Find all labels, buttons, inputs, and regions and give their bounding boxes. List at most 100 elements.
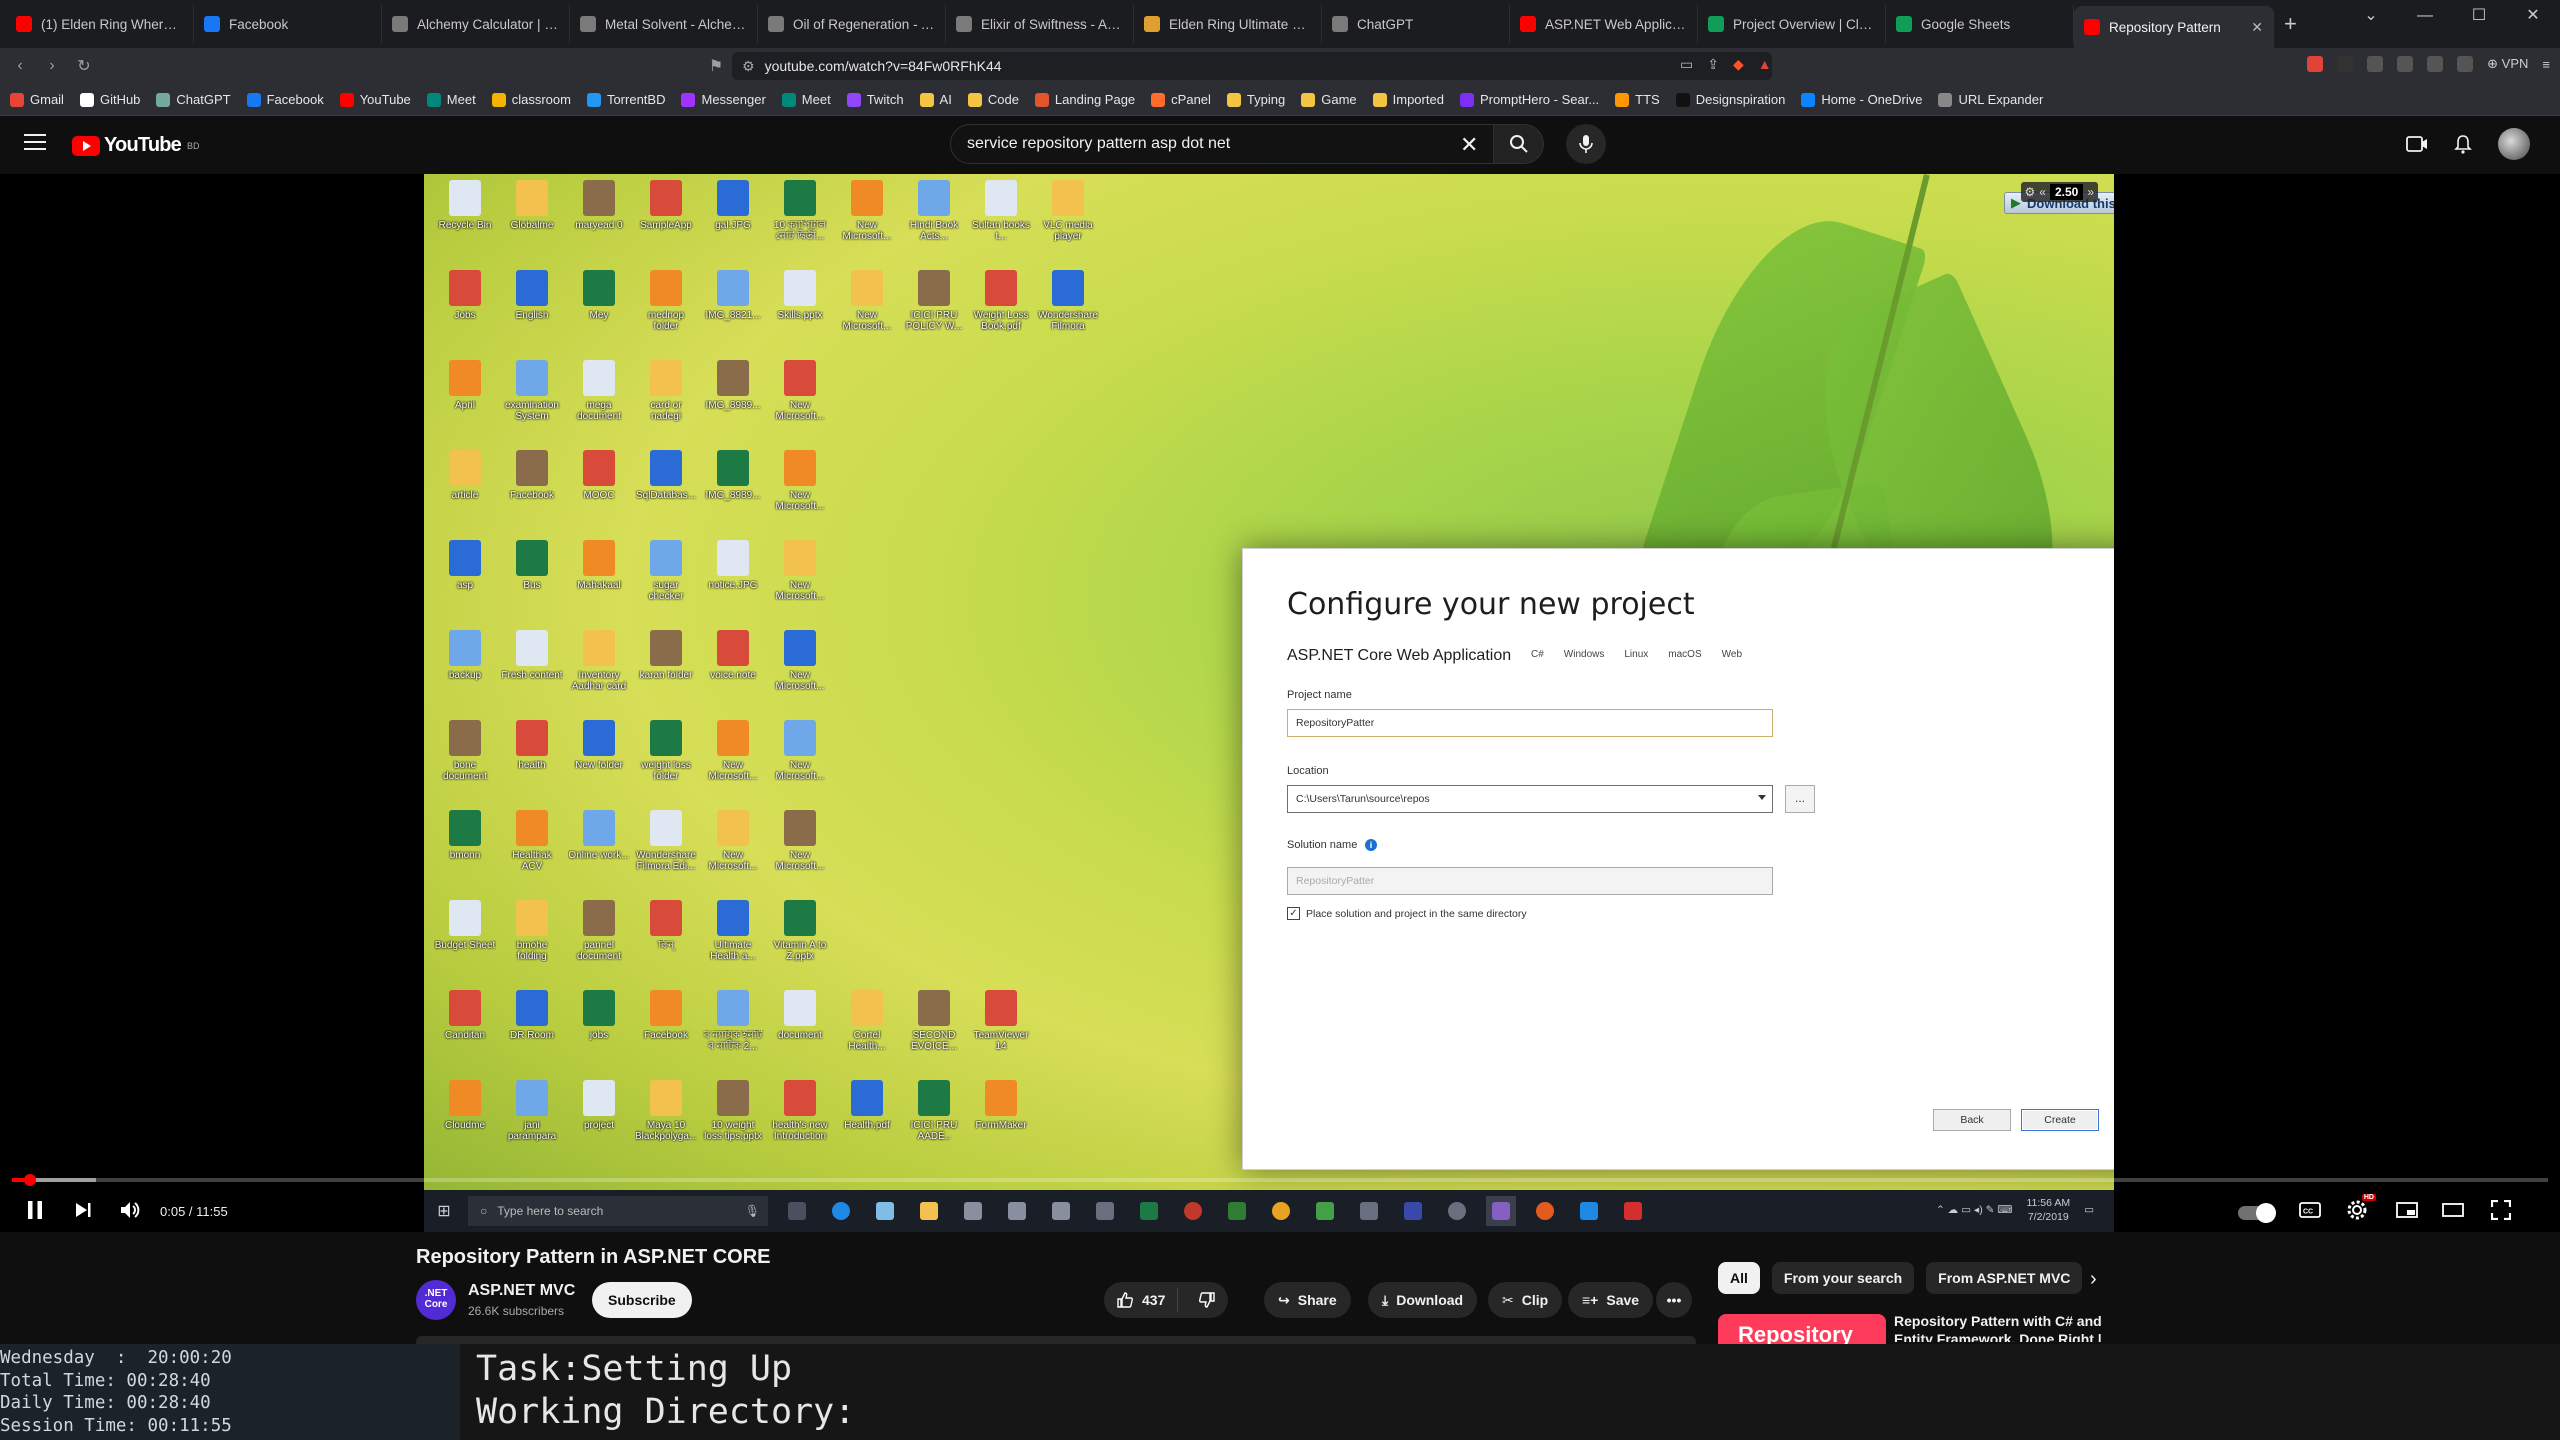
bookmark-item[interactable]: Gmail [10, 92, 64, 107]
cast-icon[interactable]: ▭ [1680, 56, 1693, 73]
chip-from-channel[interactable]: From ASP.NET MVC [1926, 1262, 2083, 1294]
location-field[interactable]: C:\Users\Tarun\source\repos [1287, 785, 1773, 813]
new-tab-button[interactable]: + [2284, 11, 2297, 37]
clear-search-icon[interactable]: ✕ [1460, 132, 1478, 158]
share-icon[interactable]: ⇪ [1707, 56, 1719, 73]
same-directory-checkbox[interactable]: ✓ [1287, 907, 1300, 920]
bookmark-item[interactable]: TorrentBD [586, 92, 665, 107]
recommended-thumbnail[interactable]: Repository [1718, 1314, 1886, 1344]
site-info-icon[interactable]: ⚙ [742, 58, 755, 75]
tab-close-icon[interactable]: ✕ [2251, 19, 2263, 36]
fullscreen-button[interactable] [2486, 1198, 2516, 1222]
bookmark-item[interactable]: classroom [491, 92, 571, 107]
extension-icon[interactable] [2367, 56, 2384, 72]
bookmark-item[interactable]: Meet [426, 92, 476, 107]
back-button[interactable]: Back [1933, 1109, 2011, 1131]
reload-icon[interactable]: ↻ [68, 56, 100, 76]
speed-faster-icon[interactable]: » [2087, 185, 2094, 199]
extension-icon[interactable] [2397, 56, 2414, 72]
close-window-button[interactable]: ✕ [2506, 0, 2560, 32]
search-button[interactable] [1494, 124, 1544, 164]
back-icon[interactable]: ‹ [4, 57, 36, 75]
miniplayer-button[interactable] [2392, 1198, 2422, 1222]
settings-button[interactable]: HD [2342, 1194, 2376, 1222]
browser-tab[interactable]: ASP.NET Web Application [1510, 5, 1698, 43]
browser-tab[interactable]: Elixir of Swiftness - Alchem [946, 5, 1134, 43]
chip-all[interactable]: All [1718, 1262, 1760, 1294]
browser-tab[interactable]: Facebook [194, 5, 382, 43]
bookmark-item[interactable]: TTS [1615, 92, 1660, 107]
create-button[interactable]: Create [2021, 1109, 2099, 1131]
bookmark-item[interactable]: Home - OneDrive [1801, 92, 1922, 107]
description-box[interactable] [416, 1336, 1696, 1344]
sidebar-icon[interactable] [2457, 56, 2474, 72]
tab-search-icon[interactable]: ⌄ [2344, 0, 2398, 32]
video-frame[interactable]: Recycle Bin Globalme maryead 0 SampleApp gal… [424, 174, 2114, 1232]
bookmark-item[interactable]: Landing Page [1034, 92, 1135, 107]
bookmark-item[interactable]: PromptHero - Sear... [1459, 92, 1599, 107]
channel-name[interactable]: ASP.NET MVC [468, 1282, 575, 1300]
bookmark-item[interactable]: Twitch [846, 92, 904, 107]
bookmark-item[interactable]: YouTube [339, 92, 411, 107]
bookmark-item[interactable]: Messenger [681, 92, 766, 107]
hamburger-menu-icon[interactable] [24, 134, 46, 152]
url-field[interactable]: ⚙ youtube.com/watch?v=84Fw0RFhK44 [732, 52, 1772, 80]
browser-tab[interactable]: Project Overview | Cloud [1698, 5, 1886, 43]
browser-tab[interactable]: ChatGPT [1322, 5, 1510, 43]
browser-tab[interactable]: Alchemy Calculator | bdoly [382, 5, 570, 43]
bookmark-icon[interactable]: ⚑ [700, 56, 732, 76]
create-video-icon[interactable] [2406, 135, 2428, 153]
more-actions-button[interactable]: ••• [1656, 1282, 1692, 1318]
volume-button[interactable] [116, 1198, 144, 1222]
browser-tab[interactable]: Repository Pattern ✕ [2074, 6, 2274, 48]
minimize-button[interactable]: — [2398, 0, 2452, 32]
bookmark-item[interactable]: Designspiration [1675, 92, 1785, 107]
share-button[interactable]: ↪ Share [1264, 1282, 1351, 1318]
autoplay-toggle[interactable] [2238, 1203, 2276, 1223]
voice-search-button[interactable] [1566, 124, 1606, 164]
search-input[interactable]: service repository pattern asp dot net [950, 124, 1494, 164]
bookmark-item[interactable]: cPanel [1151, 92, 1211, 107]
bookmark-item[interactable]: Facebook [246, 92, 324, 107]
browser-tab[interactable]: Metal Solvent - Alchemy C [570, 5, 758, 43]
bookmark-item[interactable]: Imported [1372, 92, 1444, 107]
extension-icon[interactable] [2337, 56, 2354, 72]
bookmark-item[interactable]: Typing [1226, 92, 1285, 107]
browser-tab[interactable]: (1) Elden Ring Where To G [6, 5, 194, 43]
user-avatar[interactable] [2498, 128, 2530, 160]
pause-button[interactable] [22, 1198, 48, 1222]
dropdown-arrow-icon[interactable] [1758, 795, 1766, 800]
progress-scrubber[interactable] [23, 1174, 36, 1186]
clip-button[interactable]: ✂ Clip [1488, 1282, 1563, 1318]
maximize-button[interactable]: ☐ [2452, 0, 2506, 32]
brave-rewards-icon[interactable]: ▲ [1758, 56, 1772, 73]
notifications-bell-icon[interactable] [2454, 134, 2472, 154]
bookmark-item[interactable]: Game [1301, 92, 1357, 107]
bookmark-item[interactable]: AI [919, 92, 952, 107]
browser-tab[interactable]: Google Sheets [1886, 5, 2074, 43]
browser-tab[interactable]: Oil of Regeneration - Alch [758, 5, 946, 43]
bookmark-item[interactable]: Code [967, 92, 1019, 107]
bookmark-item[interactable]: Meet [781, 92, 831, 107]
same-directory-checkbox-row[interactable]: ✓ Place solution and project in the same… [1287, 907, 1527, 920]
vpn-button[interactable]: ⊕ VPN [2487, 56, 2528, 72]
speed-slower-icon[interactable]: « [2039, 185, 2046, 199]
menu-icon[interactable]: ≡ [2542, 57, 2550, 72]
solution-name-field[interactable]: RepositoryPatter [1287, 867, 1773, 895]
extension-icon[interactable] [2307, 56, 2324, 72]
theater-mode-button[interactable] [2438, 1198, 2468, 1222]
video-player[interactable]: Recycle Bin Globalme maryead 0 SampleApp gal… [0, 174, 2560, 1232]
download-button[interactable]: ⤓ Download [1368, 1282, 1478, 1318]
browse-button[interactable]: ... [1785, 785, 1815, 813]
speed-settings-icon[interactable]: ⚙ [2025, 185, 2036, 199]
save-button[interactable]: ≡+ Save [1568, 1282, 1654, 1318]
channel-avatar[interactable]: .NET Core [416, 1280, 456, 1320]
subscribe-button[interactable]: Subscribe [592, 1282, 692, 1318]
captions-button[interactable]: CC [2296, 1198, 2324, 1222]
forward-icon[interactable]: › [36, 57, 68, 75]
dislike-button[interactable] [1186, 1291, 1228, 1309]
next-button[interactable] [70, 1198, 96, 1222]
bookmark-item[interactable]: GitHub [79, 92, 140, 107]
like-button[interactable]: 437 [1104, 1288, 1179, 1312]
bookmark-item[interactable]: URL Expander [1938, 92, 2043, 107]
